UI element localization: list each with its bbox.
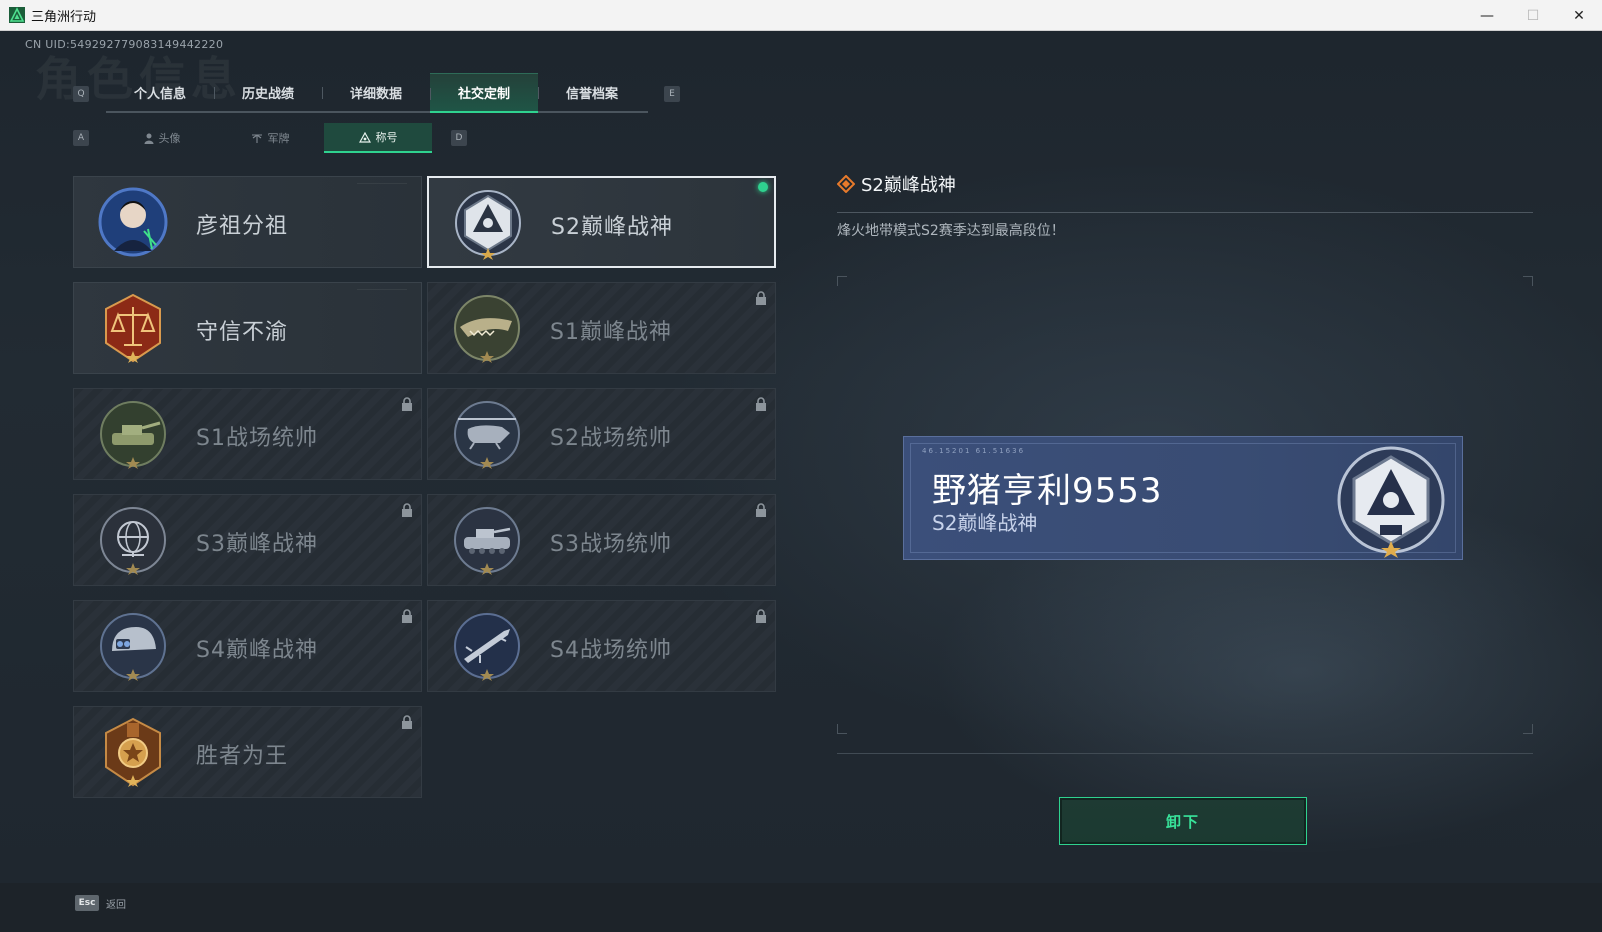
window-titlebar: 三角洲行动 — ☐ ✕ <box>0 0 1602 31</box>
lock-icon <box>402 503 412 517</box>
divider <box>837 753 1533 754</box>
main-tab-bar: 个人信息 历史战绩 详细数据 社交定制 信誉档案 <box>106 73 648 113</box>
back-label: 返回 <box>106 899 126 911</box>
subtab-dog-tag[interactable]: 军牌 <box>216 123 324 153</box>
missile-badge-icon <box>454 613 520 681</box>
title-name: 胜者为王 <box>196 744 289 769</box>
crocodile-badge-icon <box>454 295 520 363</box>
title-card-locked[interactable]: S4战场统帅 <box>427 600 776 692</box>
subtab-avatar-label: 头像 <box>158 132 181 145</box>
title-name: S3巅峰战神 <box>196 532 318 557</box>
subtab-title[interactable]: 称号 <box>324 123 432 153</box>
card-decoration <box>357 183 407 186</box>
tab-detailed-data[interactable]: 详细数据 <box>322 73 430 111</box>
dog-tag-icon <box>251 133 262 143</box>
divider <box>837 212 1533 213</box>
unequip-button[interactable]: 卸下 <box>1059 797 1307 845</box>
armored-vehicle-badge-icon <box>454 507 520 575</box>
lock-icon <box>756 397 766 411</box>
player-title: S2巅峰战神 <box>932 511 1038 535</box>
peak-badge-icon <box>455 190 521 260</box>
title-card-locked[interactable]: S3巅峰战神 <box>73 494 422 586</box>
tab-credit-record[interactable]: 信誉档案 <box>538 73 646 111</box>
prev-tab-key-hint: Q <box>73 86 89 102</box>
person-icon <box>144 133 153 144</box>
detail-header: S2巅峰战神 <box>837 171 956 197</box>
helmet-badge-icon <box>100 613 166 681</box>
next-subtab-key-hint: D <box>451 130 467 146</box>
bottom-bar: Esc 返回 <box>0 883 1602 932</box>
nameplate-code: 46.15201 61.51636 <box>922 447 1026 455</box>
title-name: S4巅峰战神 <box>196 638 318 663</box>
title-card-locked[interactable]: 胜者为王 <box>73 706 422 798</box>
diamond-icon <box>837 175 855 193</box>
title-card-locked[interactable]: S1战场统帅 <box>73 388 422 480</box>
tank-badge-icon <box>100 401 166 469</box>
sub-tab-bar: 头像 军牌 称号 <box>108 123 434 153</box>
window-title: 三角洲行动 <box>31 9 97 25</box>
card-decoration <box>357 289 407 292</box>
medal-badge-icon <box>105 717 161 787</box>
title-name: S4战场统帅 <box>550 638 672 663</box>
minimize-button[interactable]: — <box>1464 0 1510 31</box>
nameplate-preview: 46.15201 61.51636 野猪亨利9553 S2巅峰战神 <box>903 436 1463 560</box>
title-name: 彦祖分祖 <box>196 214 289 239</box>
tab-personal-info[interactable]: 个人信息 <box>106 73 214 111</box>
title-card-locked[interactable]: S2战场统帅 <box>427 388 776 480</box>
lock-icon <box>402 715 412 729</box>
game-view: 角色信息 CN UID:549292779083149442220 Q 个人信息… <box>0 31 1602 883</box>
lock-icon <box>756 503 766 517</box>
subtab-title-label: 称号 <box>375 131 398 144</box>
back-button[interactable]: Esc 返回 <box>75 895 126 911</box>
title-card-selected[interactable]: S2巅峰战神 <box>427 176 776 268</box>
detail-title: S2巅峰战神 <box>861 175 956 196</box>
globe-badge-icon <box>100 507 166 575</box>
title-card-locked[interactable]: S3战场统帅 <box>427 494 776 586</box>
subtab-dog-tag-label: 军牌 <box>267 132 290 145</box>
uid-label: CN UID:549292779083149442220 <box>25 38 224 51</box>
prev-subtab-key-hint: A <box>73 130 89 146</box>
lock-icon <box>402 609 412 623</box>
title-name: S2战场统帅 <box>550 426 672 451</box>
title-emblem-icon <box>358 131 371 143</box>
tab-social-custom[interactable]: 社交定制 <box>430 73 538 113</box>
player-name: 野猪亨利9553 <box>932 471 1163 511</box>
maximize-button[interactable]: ☐ <box>1510 0 1556 31</box>
title-name: S3战场统帅 <box>550 532 672 557</box>
title-card[interactable]: 守信不渝 <box>73 282 422 374</box>
lock-icon <box>756 609 766 623</box>
helicopter-badge-icon <box>454 401 520 469</box>
equipped-indicator <box>758 182 768 192</box>
title-name: S1战场统帅 <box>196 426 318 451</box>
app-logo-icon <box>9 7 25 23</box>
title-name: S2巅峰战神 <box>551 215 673 240</box>
title-card-locked[interactable]: S1巅峰战神 <box>427 282 776 374</box>
subtab-avatar[interactable]: 头像 <box>108 123 216 153</box>
esc-key-hint: Esc <box>75 895 99 911</box>
tab-history[interactable]: 历史战绩 <box>214 73 322 111</box>
title-card[interactable]: 彦祖分祖 <box>73 176 422 268</box>
detail-description: 烽火地带模式S2赛季达到最高段位！ <box>837 223 1065 239</box>
scales-badge-icon <box>105 293 161 363</box>
lock-icon <box>402 397 412 411</box>
peak-badge-icon <box>1337 446 1445 558</box>
title-card-locked[interactable]: S4巅峰战神 <box>73 600 422 692</box>
next-tab-key-hint: E <box>664 86 680 102</box>
close-button[interactable]: ✕ <box>1556 0 1602 31</box>
title-name: S1巅峰战神 <box>550 320 672 345</box>
title-name: 守信不渝 <box>196 320 289 345</box>
portrait-badge-icon <box>98 187 168 257</box>
lock-icon <box>756 291 766 305</box>
